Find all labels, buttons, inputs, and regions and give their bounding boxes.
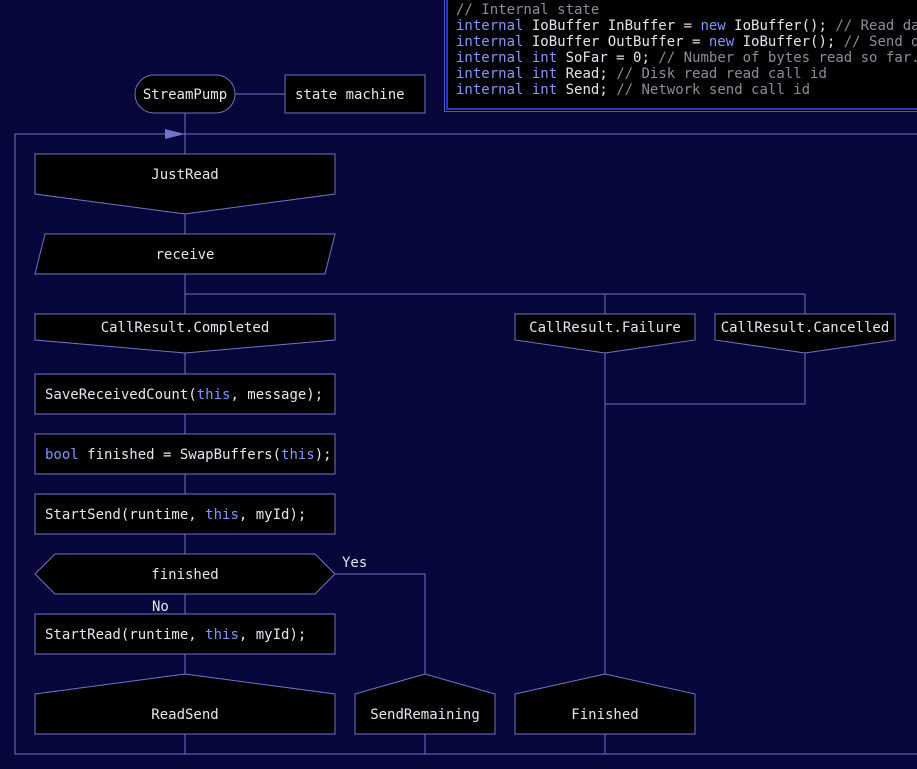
finished-end-label: Finished [571,707,638,723]
branch-connector [185,293,806,314]
read-send-label: ReadSend [151,707,218,723]
start-read-label: StartRead(runtime, this, myId); [45,627,306,643]
code-line: internal int SoFar = 0; // Number of byt… [456,50,917,66]
finished-question-label: finished [151,567,218,583]
start-send-label: StartSend(runtime, this, myId); [45,507,306,523]
title-name: StreamPump [143,87,227,103]
swap-buffers-label: bool finished = SwapBuffers(this); [45,447,332,463]
case-cancelled-label: CallResult.Cancelled [721,320,890,336]
code-line: internal int Send; // Network send call … [456,82,811,98]
receive-label: receive [155,247,214,263]
just-read-label: JustRead [151,167,218,183]
case-completed-label: CallResult.Completed [101,320,270,336]
code-line: // Internal state [456,2,600,18]
finished-end[interactable] [514,673,696,735]
title-description: state machine [295,87,405,103]
code-line: internal IoBuffer OutBuffer = new IoBuff… [456,34,917,50]
code-line: internal int Read; // Disk read read cal… [456,66,827,82]
loop-arrow [165,129,185,139]
case-failure-label: CallResult.Failure [529,320,681,336]
send-remaining-end[interactable] [354,673,496,735]
no-label: No [152,599,169,615]
save-count-label: SaveReceivedCount(this, message); [45,387,323,403]
code-line: internal IoBuffer InBuffer = new IoBuffe… [456,18,917,34]
flowchart: StreamPump state machine JustRead receiv… [14,74,917,755]
yes-label: Yes [342,555,367,571]
send-remaining-label: SendRemaining [370,707,480,723]
just-read-header[interactable] [34,153,336,215]
read-send-end[interactable] [34,673,336,735]
internal-state-code-panel: // Internal state internal IoBuffer InBu… [444,0,917,112]
merge-connector [605,353,806,405]
